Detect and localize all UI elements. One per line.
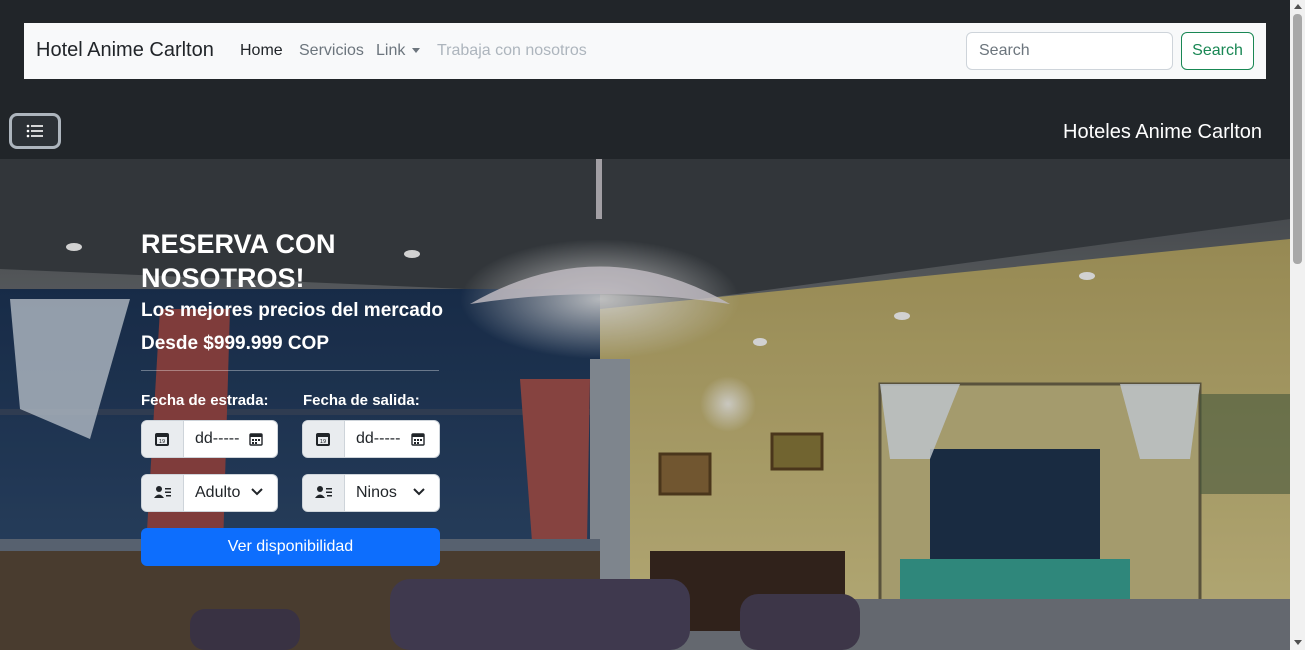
checkout-date-value: dd-----	[356, 430, 401, 447]
adults-value: Adulto	[195, 484, 241, 501]
nav-link-dropdown-label: Link	[376, 42, 406, 59]
date-picker-icon[interactable]	[249, 432, 263, 446]
caret-down-icon	[412, 48, 421, 54]
chevron-down-icon	[251, 488, 263, 496]
search-input[interactable]	[966, 32, 1173, 70]
offcanvas-toggle-button[interactable]	[9, 113, 61, 149]
chevron-down-icon	[413, 488, 425, 496]
calendar-icon: 19	[316, 433, 330, 446]
svg-text:19: 19	[159, 439, 165, 445]
scroll-down-arrow-icon[interactable]	[1294, 640, 1302, 645]
date-picker-icon[interactable]	[411, 432, 425, 446]
checkin-label: Fecha de estrada:	[141, 392, 269, 409]
check-availability-button[interactable]: Ver disponibilidad	[141, 528, 440, 566]
person-addon	[303, 475, 345, 511]
nav-link-home[interactable]: Home	[240, 42, 283, 60]
hero-title: RESERVA CON NOSOTROS!	[141, 229, 336, 293]
navbar-brand[interactable]: Hotel Anime Carlton	[36, 39, 214, 62]
adults-select[interactable]: Adulto	[141, 474, 278, 512]
children-select[interactable]: Ninos	[302, 474, 440, 512]
top-navbar: Hotel Anime Carlton Home Servicios Link …	[24, 23, 1266, 79]
person-addon	[142, 475, 184, 511]
hero-price: Desde $999.999 COP	[141, 333, 330, 354]
calendar-addon: 19	[303, 421, 345, 457]
offcanvas-title: Hoteles Anime Carlton	[1063, 121, 1262, 143]
calendar-addon: 19	[142, 421, 184, 457]
svg-text:19: 19	[320, 439, 326, 445]
person-lines-icon	[315, 486, 332, 498]
list-icon	[26, 124, 43, 138]
checkin-date-input[interactable]: 19 dd-----	[141, 420, 278, 458]
search-button[interactable]: Search	[1181, 32, 1254, 70]
checkout-label: Fecha de salida:	[303, 392, 420, 409]
children-value: Ninos	[356, 484, 397, 501]
person-lines-icon	[154, 486, 171, 498]
checkin-date-value: dd-----	[195, 430, 240, 447]
hero-subtitle: Los mejores precios del mercado	[141, 300, 444, 321]
checkout-date-input[interactable]: 19 dd-----	[302, 420, 440, 458]
calendar-icon: 19	[155, 433, 169, 446]
hero-divider	[141, 370, 439, 371]
nav-link-dropdown[interactable]: Link	[376, 42, 421, 60]
nav-link-servicios[interactable]: Servicios	[299, 42, 364, 60]
scroll-up-arrow-icon[interactable]	[1294, 4, 1302, 9]
scrollbar-thumb[interactable]	[1293, 14, 1302, 264]
nav-link-trabaja: Trabaja con nosotros	[437, 42, 587, 59]
